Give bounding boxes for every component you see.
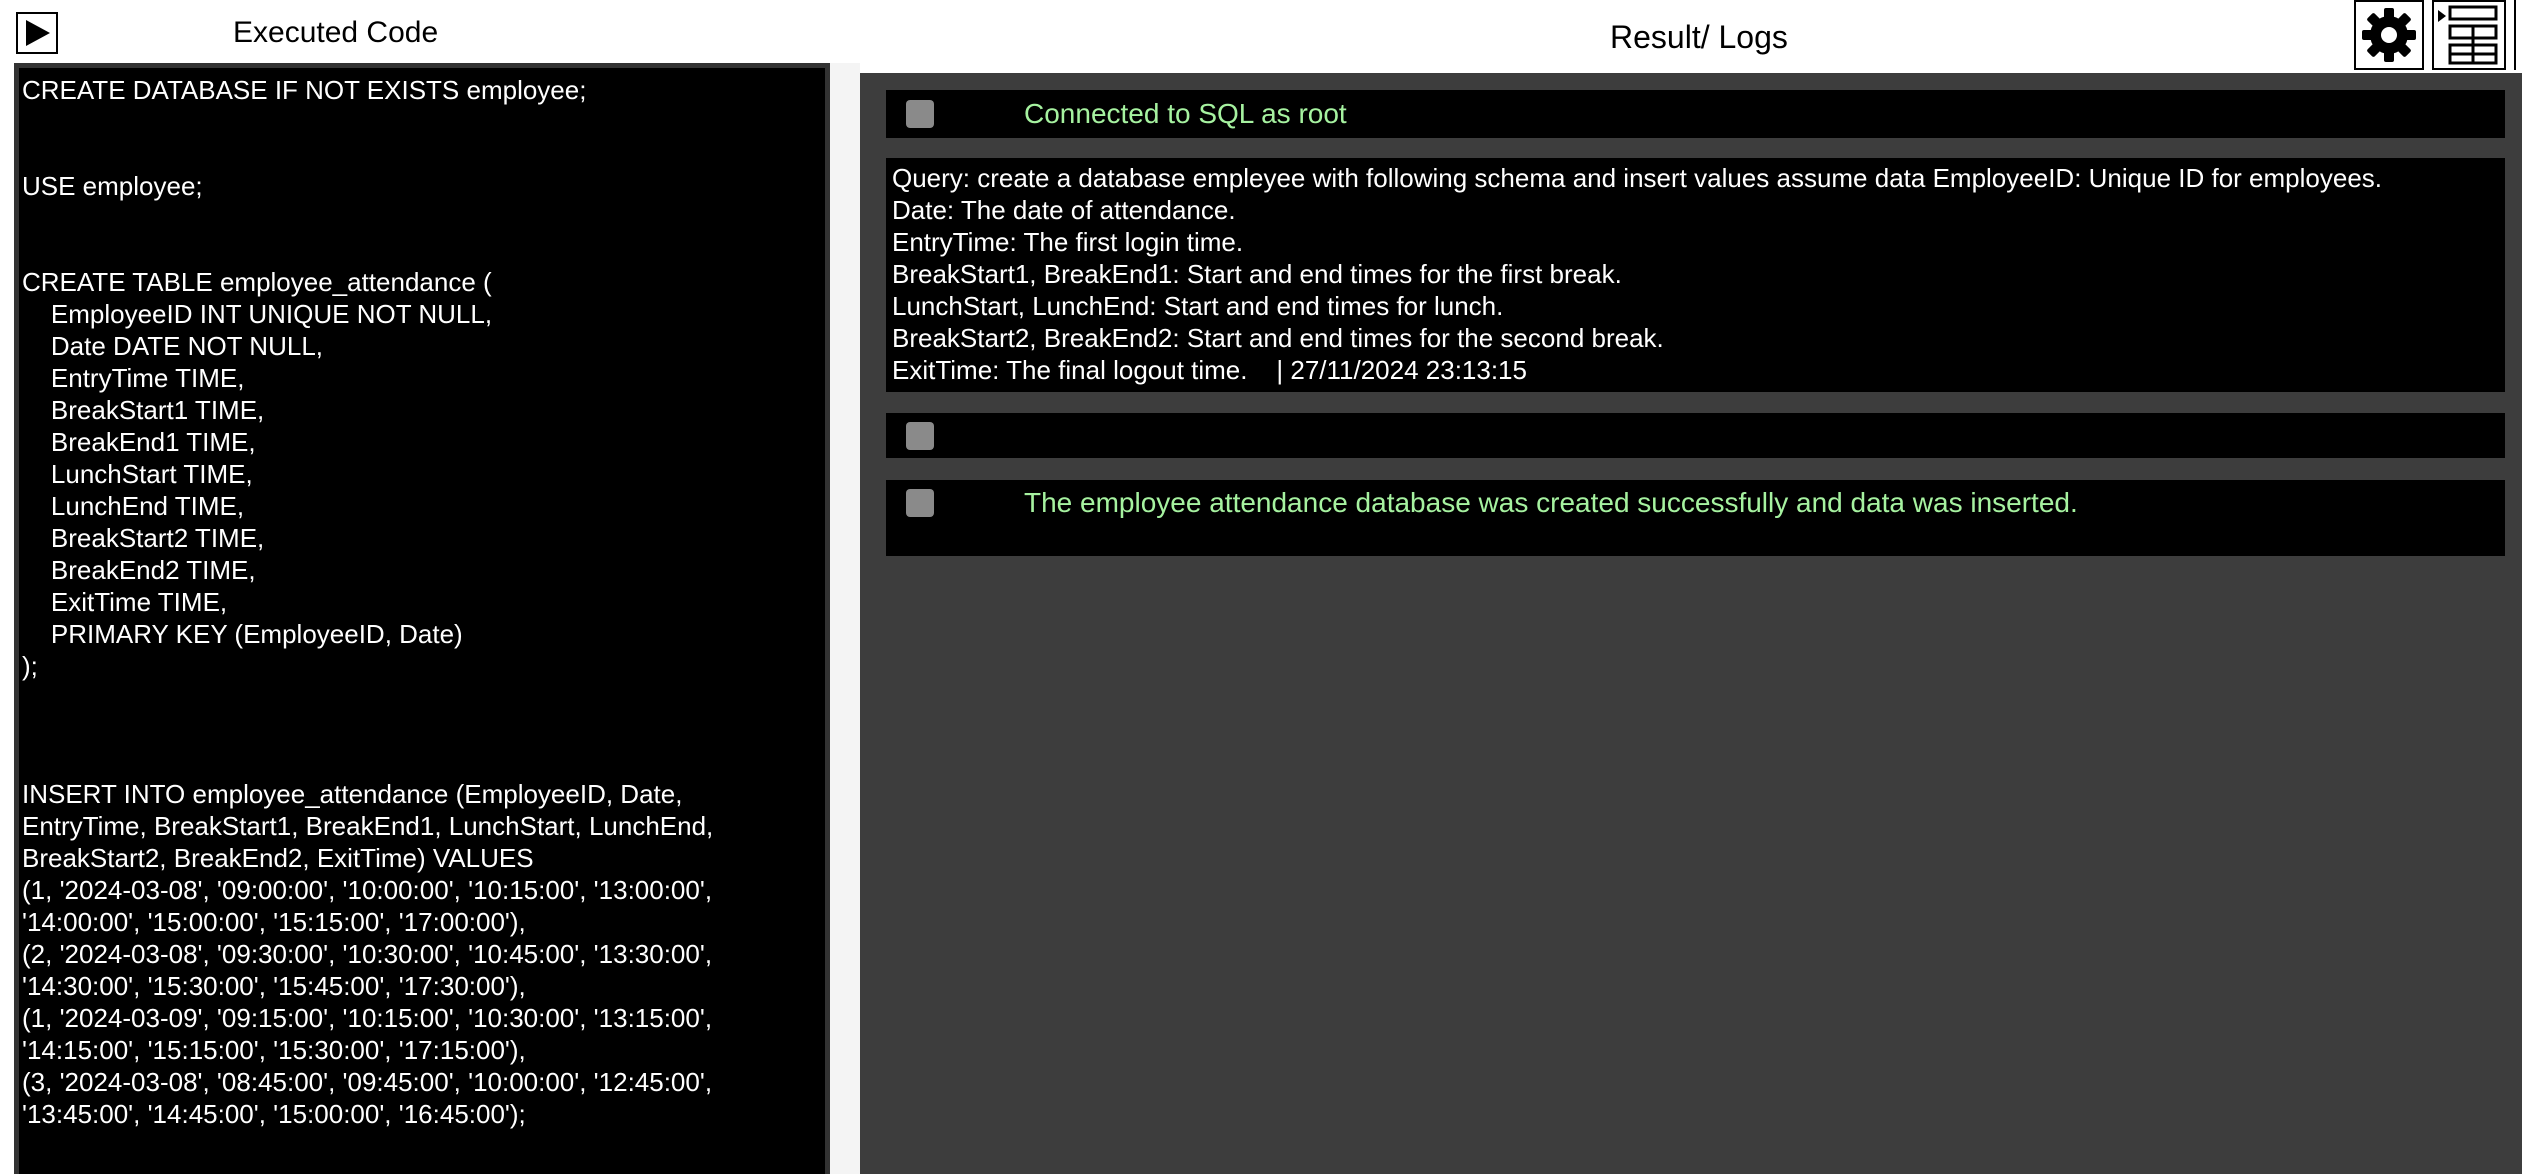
code-pane-title: Executed Code xyxy=(233,16,439,49)
code-pane-header: Executed Code xyxy=(0,0,855,65)
pane-divider[interactable] xyxy=(830,63,860,1174)
header-edge xyxy=(2514,0,2522,70)
settings-button[interactable] xyxy=(2354,0,2424,70)
results-pane-title: Result/ Logs xyxy=(1610,19,1788,55)
entry-checkbox[interactable] xyxy=(906,489,934,517)
run-button[interactable] xyxy=(16,12,58,54)
executed-code: CREATE DATABASE IF NOT EXISTS employee; … xyxy=(22,75,714,1129)
results-pane-header: Result/ Logs xyxy=(860,0,2522,73)
code-editor[interactable]: CREATE DATABASE IF NOT EXISTS employee; … xyxy=(14,63,830,1174)
log-entry: Connected to SQL as root xyxy=(886,90,2505,138)
log-entry-query: Query: create a database empleyee with f… xyxy=(886,158,2505,392)
table-view-button[interactable] xyxy=(2432,0,2506,70)
table-icon xyxy=(2438,5,2498,65)
success-message-text: The employee attendance database was cre… xyxy=(1024,487,2078,518)
gear-icon xyxy=(2362,8,2416,62)
entry-checkbox[interactable] xyxy=(906,422,934,450)
play-icon xyxy=(26,20,50,46)
connection-status-text: Connected to SQL as root xyxy=(1024,98,1347,129)
log-entry xyxy=(886,413,2505,458)
log-entry: The employee attendance database was cre… xyxy=(886,480,2505,556)
query-text: Query: create a database empleyee with f… xyxy=(892,163,2382,385)
entry-checkbox[interactable] xyxy=(906,100,934,128)
results-log-area[interactable]: Connected to SQL as root Query: create a… xyxy=(860,73,2522,1174)
